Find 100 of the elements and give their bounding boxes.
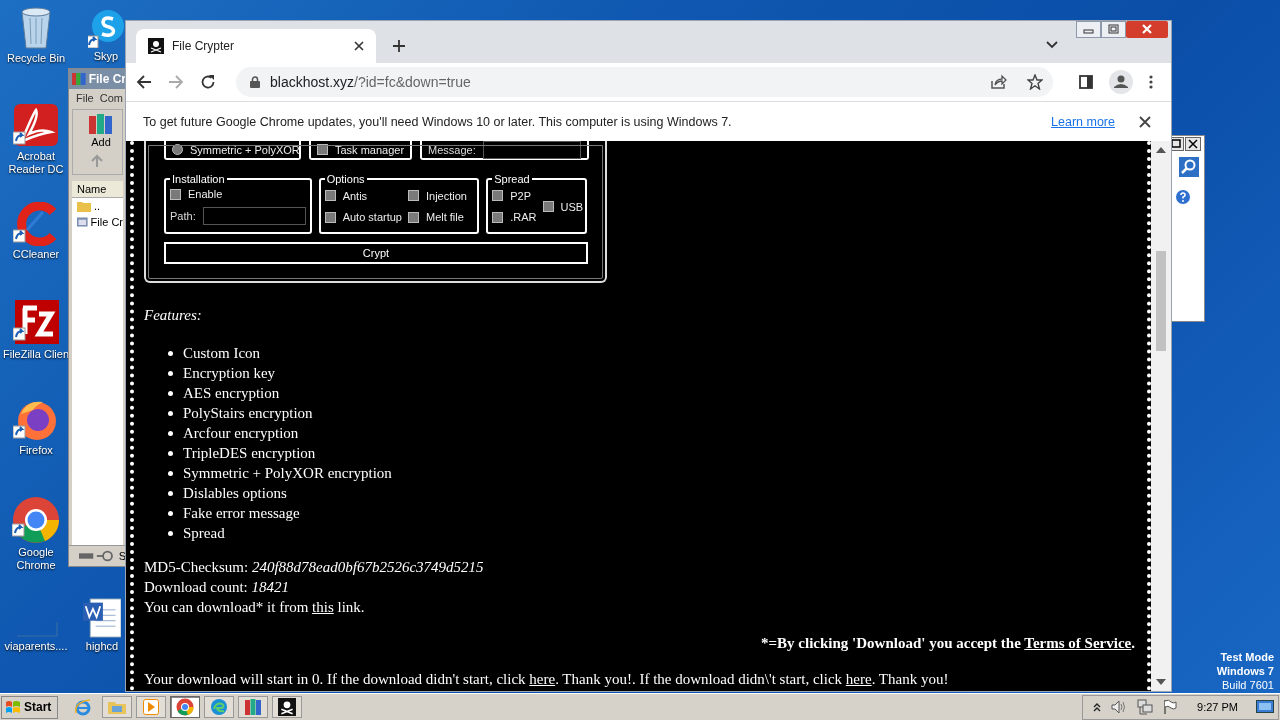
star-icon[interactable] [1027, 74, 1043, 90]
download-sentence: You can download* it from this link. [144, 599, 366, 617]
feature-item: Fake error message [183, 504, 300, 522]
feature-item: Arcfour encryption [183, 424, 299, 442]
new-tab-icon[interactable] [392, 39, 406, 53]
feature-item: Encryption key [183, 364, 276, 382]
close-icon[interactable] [1185, 137, 1201, 151]
flag-icon[interactable] [1163, 699, 1178, 715]
address-bar[interactable]: blackhost.xyz/?id=fc&down=true [236, 67, 1053, 97]
pirate-flag-icon [148, 38, 164, 54]
scroll-thumb[interactable] [1156, 251, 1166, 351]
notice-text: Test Mode [1220, 650, 1274, 664]
feature-item: Symmetric + PolyXOR encryption [183, 464, 392, 482]
features-heading: Features: [144, 307, 203, 325]
document-icon[interactable] [83, 598, 121, 638]
play-icon [143, 699, 160, 715]
option-label: P2P [510, 189, 532, 202]
text-field[interactable] [202, 206, 306, 225]
icon-label[interactable]: FileZilla Clien [3, 348, 69, 361]
column-header[interactable]: Name [72, 181, 123, 198]
icon-label[interactable]: viaparents.... [4, 640, 68, 653]
icon-label[interactable]: Google Chrome [0, 546, 72, 572]
search-icon[interactable] [1179, 157, 1199, 177]
restore-icon[interactable] [1101, 21, 1126, 38]
pirate-flag-icon [278, 698, 297, 716]
bullet-icon [168, 370, 173, 376]
field-label: Message: [428, 143, 476, 156]
crypt-button[interactable]: Crypt [164, 242, 588, 264]
info-message: To get future Google Chrome updates, you'll need Windows 10 or later. This computer is using Windows 7. [143, 114, 732, 129]
checkbox[interactable] [492, 190, 504, 202]
minimize-icon[interactable] [1076, 21, 1101, 38]
checkbox[interactable] [407, 211, 419, 223]
file-name[interactable]: .. [94, 200, 101, 212]
show-desktop-icon[interactable] [1256, 699, 1274, 715]
speaker-icon[interactable] [1111, 700, 1128, 714]
file-name[interactable]: File Cr [90, 216, 123, 228]
browser-icon[interactable] [12, 496, 60, 544]
text-field[interactable] [482, 141, 581, 159]
info-line: Download count: 18421 [144, 579, 290, 597]
icon-label[interactable]: Skyp [93, 50, 119, 63]
app-icon[interactable] [13, 104, 59, 148]
option-label: Injection [425, 189, 467, 202]
option-label: Enable [188, 188, 223, 201]
chevron-down-icon[interactable] [1046, 41, 1058, 49]
share-icon[interactable] [991, 74, 1007, 90]
help-icon[interactable] [1175, 189, 1191, 205]
browser-icon [210, 698, 229, 716]
text-link[interactable]: this [312, 599, 334, 615]
scrollbar[interactable] [1151, 141, 1171, 691]
text-link[interactable]: here [845, 671, 872, 687]
icon-label[interactable]: Recycle Bin [6, 52, 66, 65]
checkbox[interactable] [170, 188, 181, 200]
folder-icon [107, 699, 128, 715]
icon-label[interactable]: highcd [85, 640, 119, 653]
icon-label[interactable]: Firefox [19, 444, 53, 457]
feature-item: PolyStairs encryption [183, 404, 313, 422]
option-label: Auto startup [342, 211, 402, 224]
learn-more-link[interactable]: Learn more [1051, 114, 1115, 129]
reload-icon[interactable] [200, 74, 216, 90]
app-icon[interactable] [13, 300, 59, 346]
icon-label[interactable]: CCleaner [12, 248, 60, 261]
avatar-icon[interactable] [1109, 70, 1133, 94]
network-icon[interactable] [1137, 699, 1154, 715]
menu-item[interactable]: File [76, 92, 94, 104]
taskbar-app[interactable] [272, 696, 303, 718]
side-panel-icon[interactable] [1079, 75, 1093, 89]
clock-text[interactable]: 9:27 PM [1197, 701, 1238, 713]
window-title: File Cr [88, 72, 126, 86]
checkbox[interactable] [407, 190, 419, 202]
url-text: blackhost.xyz/?id=fc&down=true [270, 74, 471, 90]
checkbox[interactable] [492, 211, 504, 223]
lock-icon[interactable] [250, 76, 260, 88]
scroll-down-icon[interactable] [1156, 679, 1166, 685]
radio-button[interactable] [172, 144, 183, 155]
checkbox[interactable] [324, 211, 336, 223]
checkbox[interactable] [317, 144, 328, 155]
menu-icon[interactable] [1149, 75, 1153, 89]
close-icon[interactable] [354, 41, 364, 51]
close-icon[interactable] [1139, 115, 1151, 128]
windows-logo-icon [5, 699, 21, 715]
scroll-up-icon[interactable] [1156, 147, 1166, 153]
option-label: Task manager [335, 143, 405, 156]
app-icon[interactable] [13, 202, 59, 246]
tab-title: File Crypter [172, 39, 235, 53]
chevron-up-icon[interactable] [1093, 702, 1102, 712]
browser-tab[interactable]: File Crypter [136, 29, 376, 63]
checkbox[interactable] [324, 190, 336, 202]
start-button[interactable]: Start [1, 695, 59, 719]
option-label: USB [560, 200, 584, 213]
add-button[interactable]: Add [81, 110, 121, 150]
menu-item[interactable]: Com [99, 92, 123, 104]
text-link[interactable]: Terms of Service [1024, 635, 1132, 651]
checkbox[interactable] [542, 201, 554, 212]
bullet-icon [168, 450, 173, 456]
books-icon [244, 698, 263, 716]
app-icon[interactable] [88, 8, 124, 48]
notice-text: Build 7601 [1222, 678, 1274, 692]
back-icon[interactable] [136, 74, 152, 90]
group-title: Installation [171, 173, 226, 185]
icon-label[interactable]: Acrobat Reader DC [0, 150, 72, 176]
